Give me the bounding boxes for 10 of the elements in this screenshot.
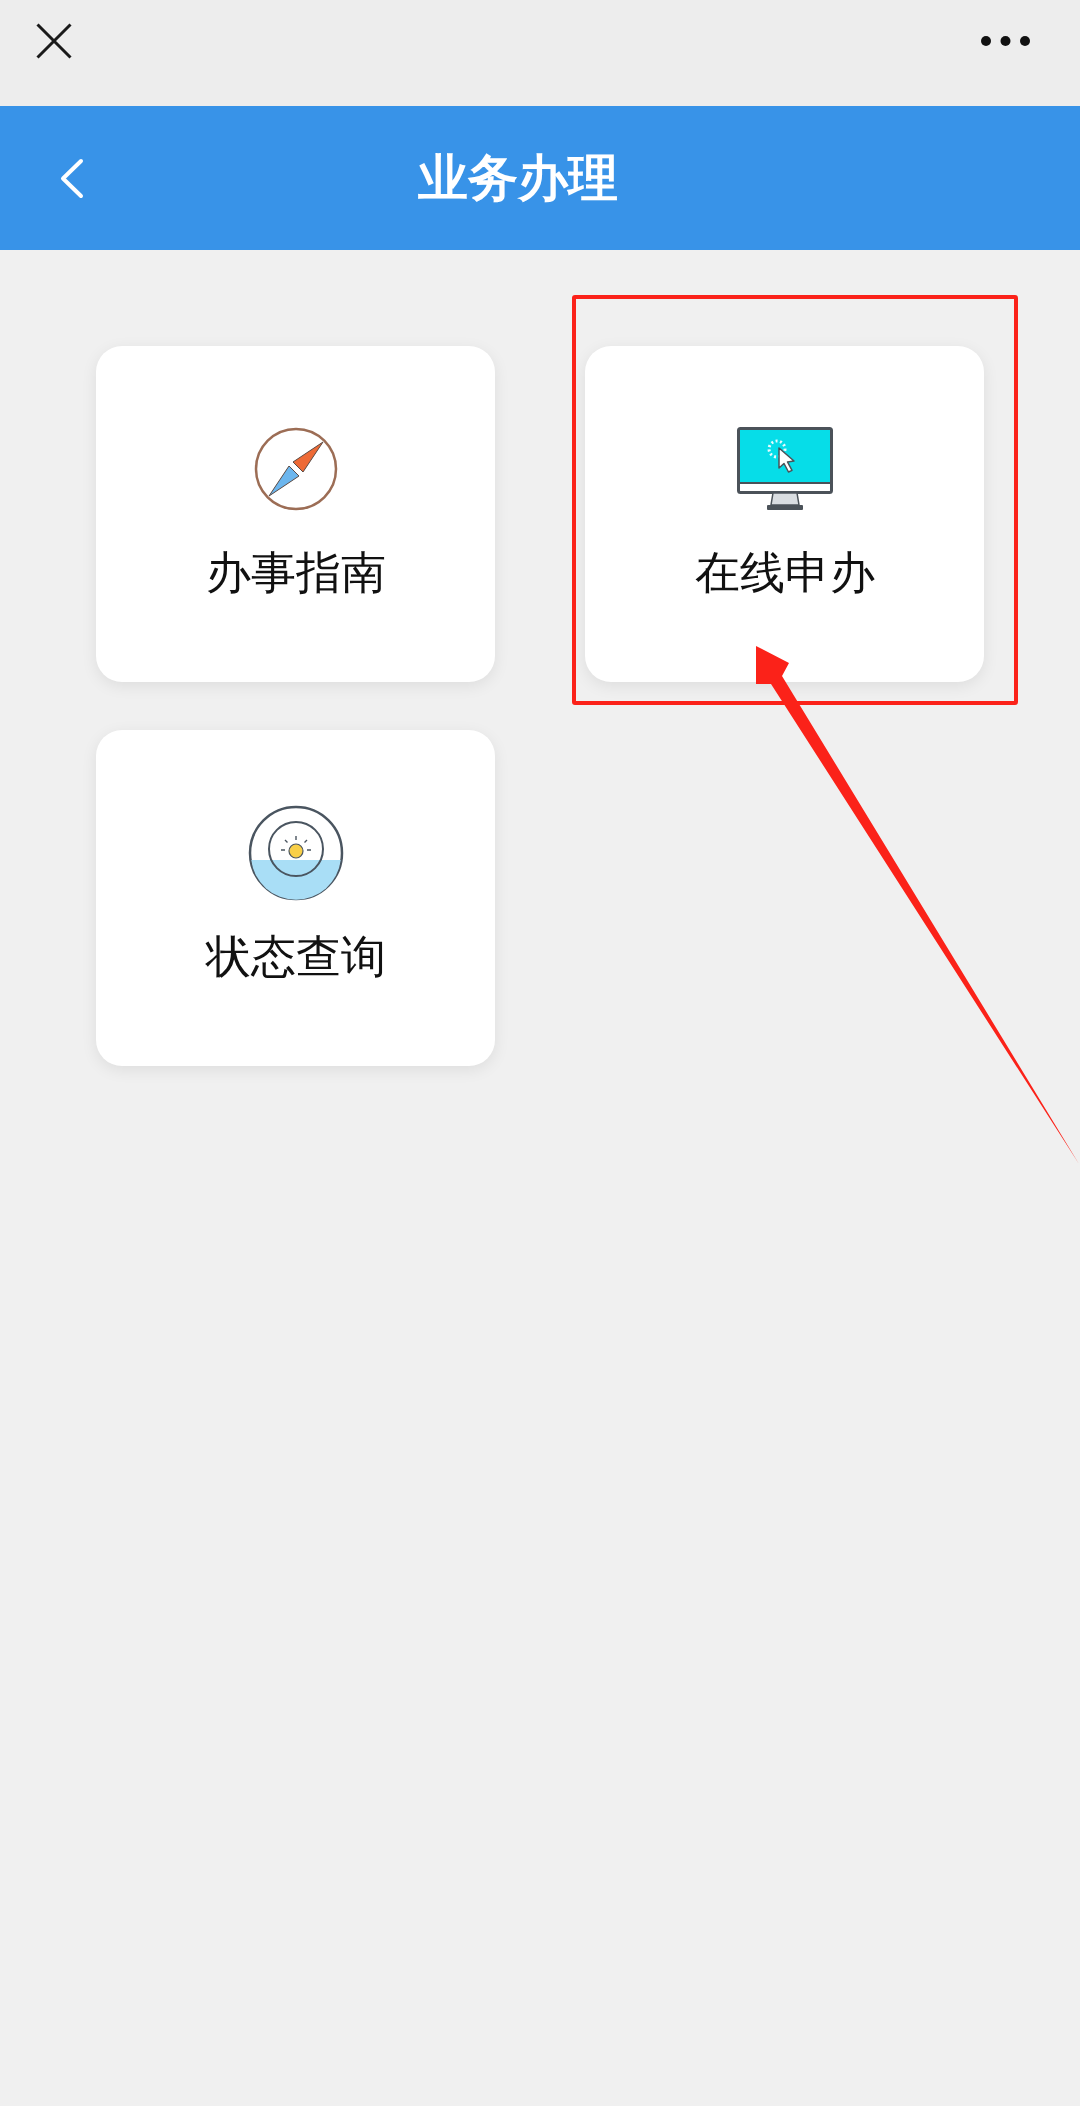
compass-icon [253, 427, 338, 511]
back-icon[interactable] [59, 157, 84, 199]
sunrise-icon [247, 805, 344, 901]
monitor-icon [736, 427, 833, 511]
service-card[interactable]: 在线申办 [585, 346, 984, 682]
service-card[interactable]: 办事指南 [96, 346, 495, 682]
close-icon[interactable] [36, 23, 72, 59]
more-icon[interactable] [981, 36, 1030, 46]
page-title: 业务办理 [418, 149, 618, 207]
service-card[interactable]: 状态查询 [96, 730, 495, 1066]
